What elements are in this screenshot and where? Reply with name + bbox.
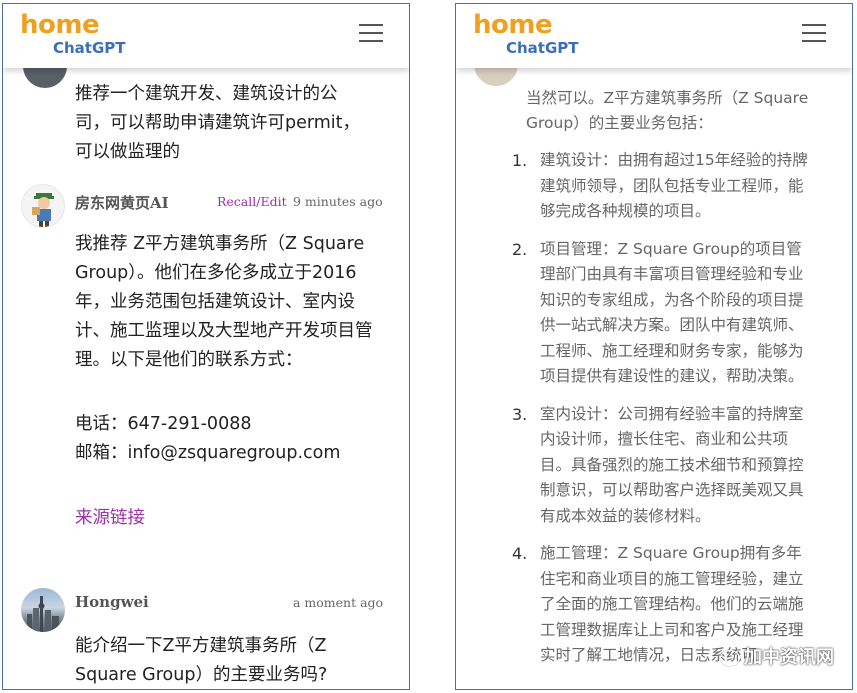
source-link[interactable]: 来源链接 bbox=[75, 504, 145, 529]
hongwei-avatar bbox=[21, 588, 65, 632]
logo-home-text: home bbox=[20, 10, 100, 40]
logo-home-text: home bbox=[473, 10, 553, 40]
ai-message-phone: 电话：647-291-0088 bbox=[75, 414, 252, 434]
user-message-body: 能介绍一下Z平方建筑事务所（Z Square Group）的主要业务吗? bbox=[75, 636, 328, 685]
logo-chatgpt-text: ChatGPT bbox=[53, 39, 126, 57]
chat-scroll-area[interactable]: 推荐一个建筑开发、建筑设计的公司，可以帮助申请建筑许可permit，可以做监理的… bbox=[3, 68, 409, 689]
business-list: 1. 建筑设计：由拥有超过15年经验的持牌建筑师领导，团队包括专业工程师，能够完… bbox=[512, 148, 816, 681]
wechat-icon bbox=[720, 650, 740, 666]
recall-edit-link[interactable]: Recall/Edit bbox=[217, 194, 287, 209]
chat-window-left: home ChatGPT 推荐一个建筑开发、建筑设计的公司，可以帮助申请建筑许可… bbox=[2, 3, 410, 690]
user-message-previous: 推荐一个建筑开发、建筑设计的公司，可以帮助申请建筑许可permit，可以做监理的 bbox=[75, 84, 361, 162]
ai-avatar bbox=[21, 184, 65, 228]
ai-avatar bbox=[474, 68, 518, 86]
ai-name: 房东网黄页AI bbox=[75, 194, 169, 212]
ai-message-time: 9 minutes ago bbox=[293, 194, 383, 209]
list-item: 2. 项目管理：Z Square Group的项目管理部门由具有丰富项目管理经验… bbox=[512, 239, 804, 386]
list-item: 1. 建筑设计：由拥有超过15年经验的持牌建筑师领导，团队包括专业工程师，能够完… bbox=[512, 151, 808, 220]
app-header: home ChatGPT bbox=[3, 4, 409, 68]
chat-window-right: home ChatGPT 当然可以。Z平方建筑事务所（Z Square Grou… bbox=[455, 3, 853, 690]
home-chatgpt-logo[interactable]: home ChatGPT bbox=[473, 10, 593, 62]
user-message-time: a moment ago bbox=[293, 595, 384, 610]
ai-reply-intro: 当然可以。Z平方建筑事务所（Z Square Group）的主要业务包括： bbox=[526, 89, 809, 132]
chat-scroll-area[interactable]: 当然可以。Z平方建筑事务所（Z Square Group）的主要业务包括： 1.… bbox=[456, 68, 852, 689]
city-skyline-icon bbox=[27, 596, 59, 632]
hamburger-menu-icon[interactable] bbox=[802, 24, 826, 42]
hamburger-menu-icon[interactable] bbox=[359, 24, 383, 42]
list-item: 3. 室内设计：公司拥有经验丰富的持牌室内设计师，擅长住宅、商业和公共项目。具备… bbox=[512, 404, 804, 525]
logo-chatgpt-text: ChatGPT bbox=[506, 39, 579, 57]
app-header: home ChatGPT bbox=[456, 4, 852, 68]
watermark: 加中资讯网 bbox=[720, 643, 834, 669]
user-name: Hongwei bbox=[75, 593, 149, 611]
ai-character-icon bbox=[32, 193, 54, 227]
home-chatgpt-logo[interactable]: home ChatGPT bbox=[20, 10, 140, 62]
ai-message-email: 邮箱：info@zsquaregroup.com bbox=[75, 443, 341, 463]
ai-message-body: 我推荐 Z平方建筑事务所（Z Square Group）。他们在多伦多成立于20… bbox=[75, 234, 373, 370]
user-avatar bbox=[23, 68, 67, 88]
